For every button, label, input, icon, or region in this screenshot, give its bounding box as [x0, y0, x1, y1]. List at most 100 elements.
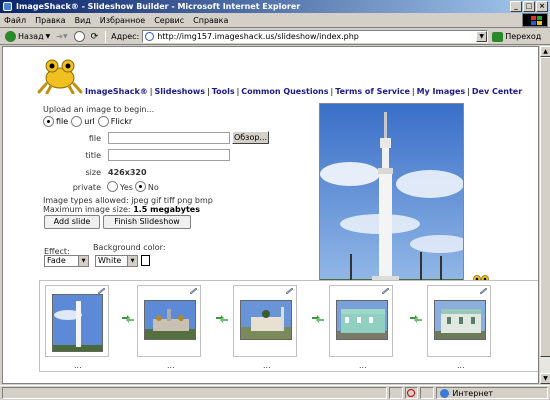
upload-heading: Upload an image to begin...	[43, 105, 155, 114]
nav-my-images[interactable]: My Images	[417, 87, 466, 96]
slide-image	[336, 300, 388, 340]
vertical-scrollbar[interactable]: ▲ ▼	[539, 46, 550, 384]
status-zone-cell: Интернет	[436, 387, 548, 399]
address-bar[interactable]: http://img157.imageshack.us/slideshow/in…	[142, 30, 489, 43]
status-extra-cell	[420, 387, 435, 399]
add-slide-button[interactable]: Add slide	[44, 215, 100, 229]
slide-thumbnail[interactable]	[329, 285, 393, 357]
status-blocked-cell	[404, 387, 419, 399]
finish-slideshow-button[interactable]: Finish Slideshow	[103, 215, 191, 229]
private-yes-radio[interactable]	[107, 181, 118, 192]
menu-help[interactable]: Справка	[193, 16, 228, 25]
swap-arrows-icon[interactable]	[410, 315, 422, 323]
browser-window: ImageShack® - Slideshow Builder - Micros…	[0, 0, 550, 400]
file-label: file	[88, 134, 101, 143]
background-color-select[interactable]: White ▼	[95, 255, 138, 267]
title-bar: ImageShack® - Slideshow Builder - Micros…	[0, 0, 550, 13]
slide-strip: ... ... ... ... ...	[39, 280, 538, 372]
size-value: 426x320	[108, 168, 147, 177]
menu-favorites[interactable]: Избранное	[100, 16, 145, 25]
forward-button[interactable]: ➔ ▼	[54, 30, 69, 44]
title-input[interactable]	[108, 149, 230, 161]
slide-thumbnail[interactable]	[137, 285, 201, 357]
address-dropdown-icon[interactable]: ▼	[476, 31, 488, 42]
source-flickr-radio[interactable]	[97, 116, 109, 127]
status-text-cell	[2, 387, 387, 399]
nav-separator: |	[330, 87, 334, 96]
max-size-text: Maximum image size: 1.5 megabytes	[43, 205, 200, 214]
slide-image	[240, 300, 292, 340]
menu-file[interactable]: Файл	[4, 16, 26, 25]
go-label: Переход	[505, 32, 542, 41]
swap-arrows-icon[interactable]	[216, 315, 228, 323]
edit-pencil-icon[interactable]	[479, 287, 488, 294]
toolbar-separator	[105, 30, 107, 43]
menu-edit[interactable]: Правка	[35, 16, 65, 25]
menu-bar: Файл Правка Вид Избранное Сервис Справка	[0, 13, 550, 28]
ie-page-icon	[145, 32, 155, 41]
go-button[interactable]: Переход	[492, 31, 542, 42]
slide-thumbnail[interactable]	[45, 285, 109, 357]
nav-separator: |	[207, 87, 210, 96]
swap-arrows-icon[interactable]	[312, 315, 324, 323]
window-title: ImageShack® - Slideshow Builder - Micros…	[16, 2, 301, 11]
slide-thumbnail[interactable]	[427, 285, 491, 357]
scroll-thumb[interactable]	[540, 57, 550, 357]
nav-separator: |	[149, 87, 153, 96]
scroll-down-icon[interactable]: ▼	[540, 373, 550, 384]
back-label: Назад	[18, 32, 44, 41]
nav-tools[interactable]: Tools	[212, 87, 235, 96]
slide-thumbnail[interactable]	[233, 285, 297, 357]
stop-button[interactable]	[72, 30, 87, 44]
status-bar: Интернет	[0, 385, 550, 400]
private-yes-label: Yes	[120, 183, 133, 192]
swap-arrows-icon[interactable]	[122, 315, 134, 323]
edit-pencil-icon[interactable]	[189, 287, 198, 294]
address-url: http://img157.imageshack.us/slideshow/in…	[157, 32, 359, 41]
chevron-down-icon: ▼	[127, 256, 137, 266]
close-button[interactable]: ×	[536, 1, 548, 12]
nav-separator: |	[467, 87, 470, 96]
nav-common-questions[interactable]: Common Questions	[241, 87, 328, 96]
max-size-value: 1.5 megabytes	[133, 205, 200, 214]
source-file-radio[interactable]	[43, 116, 54, 127]
back-button[interactable]: Назад ▼	[3, 30, 52, 44]
nav-dev-center[interactable]: Dev Center	[472, 87, 522, 96]
private-no-radio[interactable]	[134, 181, 146, 192]
effect-select[interactable]: Fade ▼	[44, 255, 89, 267]
nav-terms-of-service[interactable]: Terms of Service	[335, 87, 410, 96]
menu-tools[interactable]: Сервис	[154, 16, 184, 25]
source-url-radio[interactable]	[71, 116, 83, 127]
file-input[interactable]	[108, 132, 230, 144]
slide-image	[144, 300, 196, 340]
back-arrow-icon	[5, 31, 16, 42]
slide-caption: ...	[74, 361, 82, 370]
menu-view[interactable]: Вид	[75, 16, 91, 25]
address-label: Адрес:	[111, 32, 140, 41]
title-label: title	[85, 151, 101, 160]
background-color-label: Background color:	[93, 243, 166, 252]
nav-slideshows[interactable]: Slideshows	[154, 87, 205, 96]
slide-caption: ...	[457, 361, 465, 370]
refresh-icon: ⟳	[90, 31, 99, 42]
nav-separator: |	[411, 87, 415, 96]
source-file-label: file	[56, 117, 69, 126]
edit-pencil-icon[interactable]	[97, 287, 106, 294]
edit-pencil-icon[interactable]	[381, 287, 390, 294]
source-url-label: url	[84, 117, 95, 126]
minimize-button[interactable]: _	[510, 1, 522, 12]
refresh-button[interactable]: ⟳	[89, 30, 101, 44]
maximize-button[interactable]: □	[523, 1, 535, 12]
source-flickr-label: Flickr	[110, 117, 133, 126]
site-nav: ImageShack® | Slideshows | Tools | Common Ques…	[85, 87, 522, 96]
nav-imageshack[interactable]: ImageShack®	[85, 87, 148, 96]
source-radio-group: file url Flickr	[43, 116, 135, 127]
edit-pencil-icon[interactable]	[285, 287, 294, 294]
ie-app-icon	[3, 2, 12, 11]
slide-image	[52, 294, 103, 352]
scroll-up-icon[interactable]: ▲	[540, 46, 550, 57]
color-swatch[interactable]	[141, 255, 150, 266]
browse-button[interactable]: Обзор...	[232, 131, 269, 144]
size-label: size	[85, 168, 101, 177]
allowed-types-text: Image types allowed: jpeg gif tiff png b…	[43, 196, 213, 205]
